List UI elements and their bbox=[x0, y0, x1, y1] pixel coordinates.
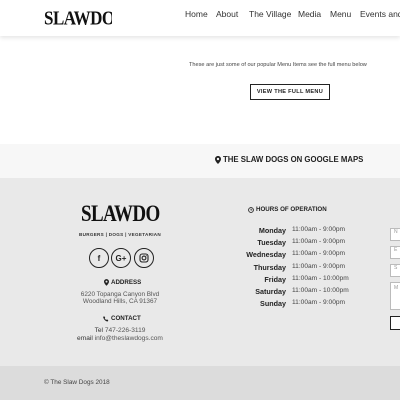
form-submit-button[interactable] bbox=[390, 316, 400, 330]
hours-row: Sunday 11:00am - 9:00pm bbox=[214, 299, 374, 309]
map-marker-icon bbox=[215, 155, 221, 164]
svg-text:SLAWDOGS: SLAWDOGS bbox=[44, 7, 112, 28]
form-email-field[interactable]: E bbox=[390, 246, 400, 259]
instagram-icon[interactable] bbox=[134, 248, 154, 268]
phone-icon bbox=[103, 315, 109, 321]
phone-line: Tel 747-226-3119 bbox=[60, 327, 180, 334]
form-subject-field[interactable]: S bbox=[390, 264, 400, 277]
hours-heading: HOURS OF OPERATION bbox=[248, 206, 327, 213]
facebook-icon[interactable]: f bbox=[89, 248, 109, 268]
hours-time: 11:00am - 9:00pm bbox=[292, 226, 346, 233]
hours-day: Monday bbox=[258, 226, 286, 235]
nav-media[interactable]: Media bbox=[298, 9, 321, 19]
hours-row: Monday 11:00am - 9:00pm bbox=[214, 226, 374, 236]
google-maps-label: THE SLAW DOGS ON GOOGLE MAPS bbox=[223, 155, 364, 164]
clock-icon bbox=[248, 206, 254, 213]
view-full-menu-button[interactable]: VIEW THE FULL MENU bbox=[250, 84, 330, 100]
svg-text:SLAWDOGS: SLAWDOGS bbox=[81, 200, 160, 226]
hours-row: Saturday 11:00am - 10:00pm bbox=[214, 287, 374, 297]
site-header: SLAWDOGS Home About The Village Media Me… bbox=[0, 0, 400, 36]
address-heading-label: ADDRESS bbox=[111, 279, 142, 286]
contact-heading: CONTACT bbox=[103, 315, 141, 322]
hours-day: Tuesday bbox=[257, 238, 286, 247]
google-plus-icon[interactable]: G+ bbox=[111, 248, 131, 268]
email-line: email info@theslawdogs.com bbox=[60, 335, 180, 342]
nav-the-village[interactable]: The Village bbox=[249, 9, 291, 19]
hours-time: 11:00am - 9:00pm bbox=[292, 238, 346, 245]
hours-day: Saturday bbox=[255, 287, 286, 296]
hours-time: 11:00am - 9:00pm bbox=[292, 250, 346, 257]
tel-label: Tel bbox=[94, 327, 103, 334]
nav-menu[interactable]: Menu bbox=[330, 9, 351, 19]
contact-heading-label: CONTACT bbox=[111, 315, 141, 322]
hours-time: 11:00am - 10:00pm bbox=[292, 287, 349, 294]
footer-tagline: BURGERS | DOGS | VEGETARIAN bbox=[78, 232, 162, 237]
hours-row: Friday 11:00am - 10:00pm bbox=[214, 275, 374, 285]
nav-home[interactable]: Home bbox=[185, 9, 208, 19]
hours-row: Tuesday 11:00am - 9:00pm bbox=[214, 238, 374, 248]
email-label: email bbox=[77, 335, 93, 342]
map-marker-icon bbox=[104, 279, 109, 286]
tel-value[interactable]: 747-226-3119 bbox=[105, 327, 146, 334]
hours-day: Thursday bbox=[253, 263, 286, 272]
instagram-glyph bbox=[139, 253, 149, 263]
hours-heading-label: HOURS OF OPERATION bbox=[256, 206, 327, 213]
address-line-2: Woodland Hills, CA 91367 bbox=[82, 298, 158, 305]
hours-time: 11:00am - 9:00pm bbox=[292, 263, 346, 270]
form-name-field[interactable]: N bbox=[390, 228, 400, 241]
hours-time: 11:00am - 9:00pm bbox=[292, 299, 346, 306]
hours-day: Friday bbox=[264, 275, 286, 284]
hours-row: Wednesday 11:00am - 9:00pm bbox=[214, 250, 374, 260]
nav-events[interactable]: Events and bbox=[360, 9, 400, 19]
popular-items-text: These are just some of our popular Menu … bbox=[189, 62, 367, 68]
slawdogs-logo[interactable]: SLAWDOGS bbox=[44, 5, 112, 31]
email-value[interactable]: info@theslawdogs.com bbox=[95, 335, 163, 342]
hours-row: Thursday 11:00am - 9:00pm bbox=[214, 263, 374, 273]
nav-about[interactable]: About bbox=[216, 9, 238, 19]
hours-time: 11:00am - 10:00pm bbox=[292, 275, 349, 282]
google-maps-link[interactable]: THE SLAW DOGS ON GOOGLE MAPS bbox=[215, 155, 363, 164]
copyright-text: © The Slaw Dogs 2018 bbox=[44, 379, 110, 386]
hours-day: Wednesday bbox=[246, 250, 286, 259]
footer-slawdogs-logo: SLAWDOGS bbox=[81, 200, 160, 226]
address-heading: ADDRESS bbox=[104, 279, 141, 286]
form-message-field[interactable]: M bbox=[390, 282, 400, 310]
hours-day: Sunday bbox=[260, 299, 286, 308]
menu-teaser-section bbox=[0, 36, 400, 144]
